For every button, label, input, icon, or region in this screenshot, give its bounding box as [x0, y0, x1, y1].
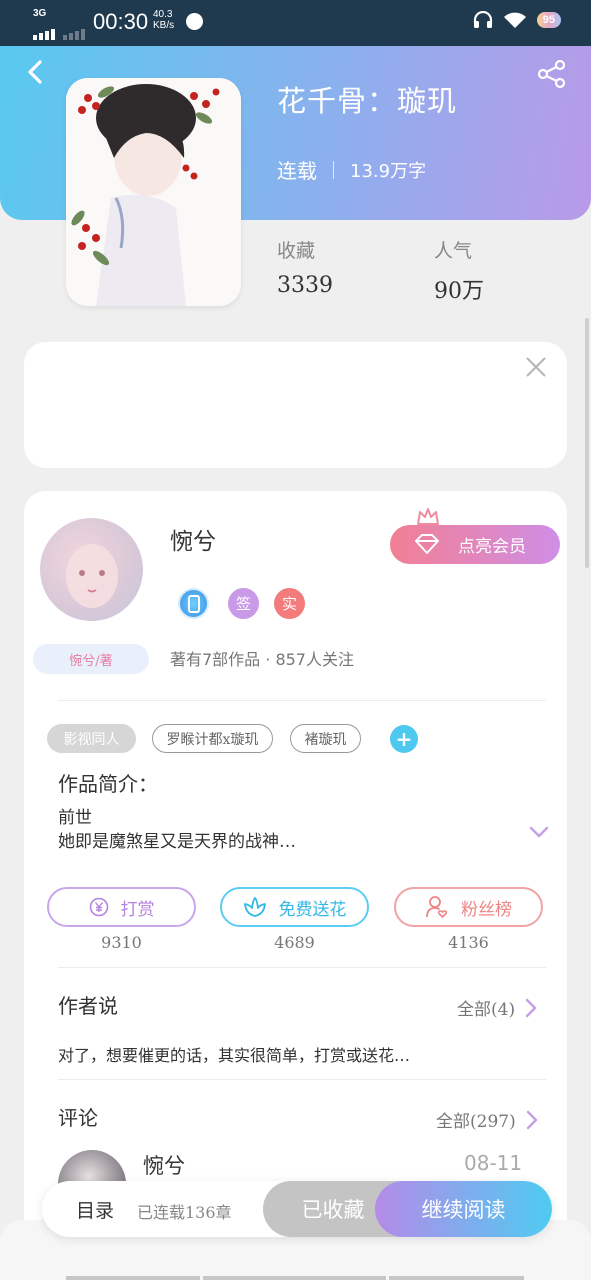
diamond-icon — [415, 534, 439, 554]
divider — [333, 160, 334, 179]
fans-count: 4136 — [448, 933, 489, 952]
popularity-stat: 人气 90万 — [434, 236, 484, 305]
intro-line-2: 她即是魔煞星又是天界的战神… — [58, 832, 296, 852]
author-meta: 著有7部作品 · 857人关注 — [170, 650, 354, 669]
avatar-illustration — [60, 540, 125, 608]
send-flower-label: 免费送花 — [278, 899, 347, 920]
popularity-label: 人气 — [434, 240, 473, 262]
tip-button[interactable]: 打赏 — [47, 887, 196, 927]
globe-icon — [186, 13, 203, 30]
vip-button-label: 点亮会员 — [458, 537, 526, 557]
comments-heading: 评论 — [58, 1106, 98, 1130]
book-cover[interactable] — [66, 78, 241, 306]
panel-tab-indicator — [389, 1276, 524, 1280]
continue-reading-button[interactable]: 继续阅读 — [375, 1181, 552, 1237]
author-tag: 惋兮/著 — [33, 644, 149, 674]
book-intro[interactable]: 前世 她即是魔煞星又是天界的战神… — [58, 806, 296, 854]
comment-date: 08-11 — [464, 1151, 523, 1175]
close-icon[interactable] — [525, 356, 547, 378]
net-speed-value: 40.3 — [153, 9, 173, 20]
popularity-value: 90万 — [434, 279, 484, 304]
tag-pairing[interactable]: 罗睺计都x璇玑 — [152, 724, 273, 753]
signed-badge: 签 — [228, 588, 259, 619]
fans-ranking-button[interactable]: 粉丝榜 — [394, 887, 543, 927]
add-tag-button[interactable]: + — [390, 725, 418, 753]
tip-label: 打赏 — [120, 899, 155, 920]
network-type: 3G — [33, 8, 47, 19]
chevron-down-icon[interactable] — [528, 824, 550, 840]
panel-tab-indicator — [66, 1276, 200, 1280]
send-flower-button[interactable]: 免费送花 — [220, 887, 369, 927]
favorites-value: 3339 — [277, 273, 333, 298]
chapter-count[interactable]: 已连载136章 — [137, 1199, 232, 1223]
toc-button[interactable]: 目录 — [76, 1196, 114, 1223]
commenter-name[interactable]: 惋兮 — [143, 1150, 185, 1180]
panel-tab-indicator — [203, 1276, 386, 1280]
battery-indicator: 95 — [536, 12, 561, 28]
favorites-label: 收藏 — [277, 240, 316, 262]
chevron-right-icon — [526, 1110, 537, 1129]
intro-line-1: 前世 — [58, 808, 92, 828]
wifi-icon — [503, 12, 526, 28]
scrollbar[interactable] — [585, 318, 589, 568]
tip-count: 9310 — [101, 933, 142, 952]
word-count: 13.9万字 — [350, 160, 427, 182]
status-bar: 3G 00:30 40.3 KB/s 95 — [0, 0, 591, 46]
bottom-action-bar: 目录 已连载136章 已收藏 继续阅读 — [42, 1181, 552, 1237]
yen-icon — [89, 897, 108, 917]
net-speed: 40.3 KB/s — [153, 9, 174, 31]
serial-status: 连载 — [277, 159, 317, 183]
user-heart-icon — [426, 896, 448, 919]
intro-heading: 作品简介： — [58, 772, 158, 796]
status-right: 95 — [473, 11, 561, 29]
fans-ranking-label: 粉丝榜 — [461, 899, 512, 920]
author-avatar[interactable] — [40, 518, 143, 621]
headphones-icon — [473, 11, 492, 28]
tag-category[interactable]: 影视同人 — [47, 724, 136, 753]
author-says-more-label: 全部(4) — [457, 1000, 516, 1020]
book-serial-info: 连载 13.9万字 — [277, 155, 426, 184]
crown-icon — [417, 508, 439, 525]
back-icon[interactable] — [22, 58, 50, 86]
share-icon[interactable] — [536, 58, 568, 90]
flower-count: 4689 — [274, 933, 315, 952]
author-says-text[interactable]: 对了，想要催更的话，其实很简单，打赏或送花… — [58, 1042, 410, 1066]
cover-illustration — [66, 78, 241, 306]
ad-banner[interactable] — [24, 342, 567, 468]
verified-badge: 实 — [274, 588, 305, 619]
comments-more-label: 全部(297) — [436, 1112, 516, 1132]
comments-more[interactable]: 全部(297) — [436, 1107, 538, 1132]
phone-badge-icon — [178, 588, 209, 619]
net-speed-unit: KB/s — [153, 20, 175, 31]
divider — [58, 967, 546, 968]
author-name[interactable]: 惋兮 — [170, 522, 216, 556]
flower-icon — [243, 897, 266, 917]
chevron-right-icon — [525, 998, 537, 1017]
clock: 00:30 — [93, 9, 149, 34]
divider — [58, 700, 546, 701]
favorites-stat: 收藏 3339 — [277, 236, 333, 298]
tag-character[interactable]: 褚璇玑 — [290, 724, 361, 753]
author-says-heading: 作者说 — [58, 994, 118, 1018]
signal-icon — [33, 20, 85, 40]
book-title: 花千骨：璇玑 — [277, 84, 458, 118]
author-says-more[interactable]: 全部(4) — [457, 995, 537, 1020]
divider — [58, 1079, 546, 1080]
